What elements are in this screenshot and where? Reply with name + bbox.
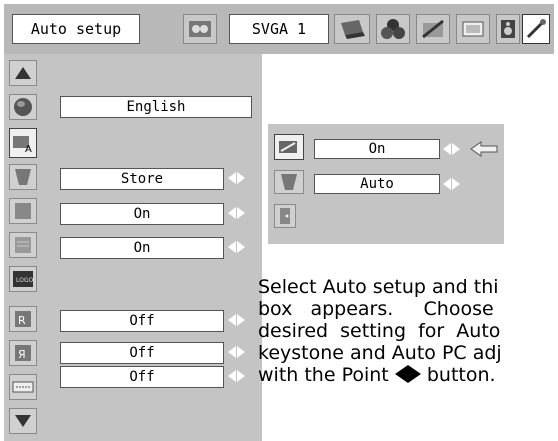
color-icon[interactable] <box>376 14 410 44</box>
instruction-line-5: with the Point button. <box>258 364 558 386</box>
point-left-icon <box>394 365 408 383</box>
instruction-line-5-end: button. <box>420 364 496 386</box>
instruction-text: Select Auto setup and thi box appears. Ch… <box>258 276 558 386</box>
instruction-line-4: keystone and Auto PC adj <box>258 342 502 364</box>
auto-pc-adjust-field[interactable]: On <box>314 139 440 159</box>
background-arrows[interactable] <box>228 207 245 219</box>
keystone-arrows[interactable] <box>228 172 245 184</box>
ceiling-field[interactable]: Off <box>60 366 224 388</box>
background-icon[interactable] <box>9 198 37 224</box>
auto-pc-adjust-arrows[interactable] <box>443 143 460 155</box>
auto-keystone-field[interactable]: Auto <box>314 174 440 194</box>
background-field[interactable]: On <box>60 203 224 225</box>
auto-pc-adjust-icon[interactable] <box>274 134 304 160</box>
instruction-line-3: desired setting for Auto <box>258 320 501 342</box>
auto-setup-icon[interactable]: A <box>9 128 37 158</box>
svg-text:Я: Я <box>18 348 26 361</box>
instruction-line-1: Select Auto setup and thi <box>258 276 499 298</box>
display-arrows[interactable] <box>228 241 245 253</box>
keystone-icon[interactable] <box>9 164 37 190</box>
rear-field[interactable]: Off <box>60 342 224 364</box>
svg-text:LOGO: LOGO <box>16 277 34 284</box>
svg-text:A: A <box>25 144 32 154</box>
pc-adjust-icon[interactable] <box>183 14 217 44</box>
auto-keystone-icon[interactable] <box>274 170 304 194</box>
point-right-icon <box>407 365 421 383</box>
terminal-icon[interactable] <box>9 374 37 400</box>
input-source-label: SVGA 1 <box>229 14 329 44</box>
language-field[interactable]: English <box>60 96 252 118</box>
instruction-line-2: box appears. Choose <box>258 298 494 320</box>
sound-icon[interactable] <box>496 14 520 44</box>
pointer-arrow-icon <box>470 141 498 161</box>
display-field[interactable]: On <box>60 237 224 259</box>
instruction-line-5-start: with the Point <box>258 364 395 386</box>
terminal-arrows[interactable] <box>228 314 245 326</box>
scroll-down-icon[interactable] <box>9 408 37 434</box>
keystone-field[interactable]: Store <box>60 168 224 190</box>
rear-icon[interactable]: Я <box>9 340 37 366</box>
logo-icon[interactable]: LOGO <box>9 266 37 292</box>
laptop-icon[interactable] <box>334 14 370 44</box>
setting-icon[interactable] <box>522 14 550 44</box>
ceiling-icon[interactable]: R <box>9 306 37 332</box>
scroll-up-icon[interactable] <box>9 60 37 86</box>
display-icon[interactable] <box>9 232 37 258</box>
svg-text:R: R <box>18 314 26 327</box>
exit-door-icon[interactable] <box>274 204 296 228</box>
auto-keystone-arrows[interactable] <box>443 178 460 190</box>
menu-title: Auto setup <box>12 14 140 44</box>
image-icon[interactable] <box>416 14 450 44</box>
rear-arrows[interactable] <box>228 346 245 358</box>
screen-icon[interactable] <box>456 14 490 44</box>
terminal-field[interactable]: Off <box>60 310 224 332</box>
globe-icon[interactable] <box>9 94 37 120</box>
ceiling-arrows[interactable] <box>228 370 245 382</box>
